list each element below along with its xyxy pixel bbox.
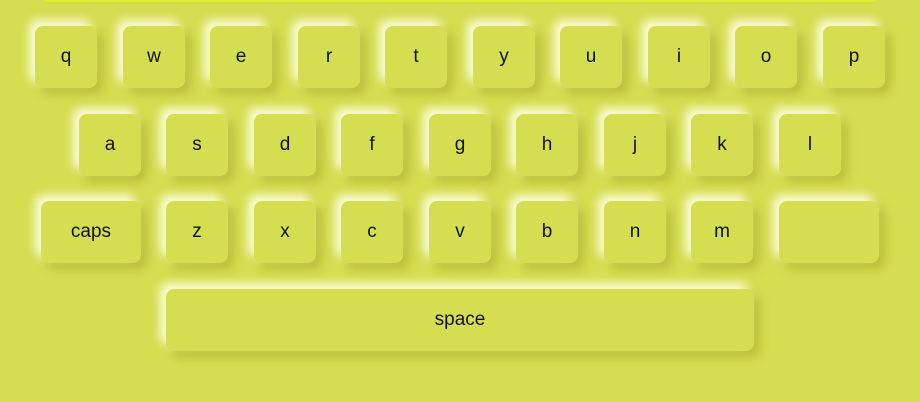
key-y[interactable]: y [473, 26, 535, 88]
key-a[interactable]: a [79, 114, 141, 176]
key-d[interactable]: d [254, 114, 316, 176]
key-p[interactable]: p [823, 26, 885, 88]
key-l[interactable]: l [779, 114, 841, 176]
key-e[interactable]: e [210, 26, 272, 88]
caps-key[interactable]: caps [41, 201, 141, 263]
key-v[interactable]: v [429, 201, 491, 263]
key-g[interactable]: g [429, 114, 491, 176]
key-i[interactable]: i [648, 26, 710, 88]
key-b[interactable]: b [516, 201, 578, 263]
key-r[interactable]: r [298, 26, 360, 88]
key-c[interactable]: c [341, 201, 403, 263]
key-t[interactable]: t [385, 26, 447, 88]
key-w[interactable]: w [123, 26, 185, 88]
key-s[interactable]: s [166, 114, 228, 176]
key-j[interactable]: j [604, 114, 666, 176]
key-n[interactable]: n [604, 201, 666, 263]
key-f[interactable]: f [341, 114, 403, 176]
key-h[interactable]: h [516, 114, 578, 176]
key-o[interactable]: o [735, 26, 797, 88]
key-q[interactable]: q [35, 26, 97, 88]
blank-key[interactable] [779, 201, 879, 263]
key-k[interactable]: k [691, 114, 753, 176]
key-u[interactable]: u [560, 26, 622, 88]
on-screen-keyboard: q w e r t y u i o p a s d f g h j k l ca… [0, 0, 920, 402]
key-x[interactable]: x [254, 201, 316, 263]
space-key[interactable]: space [166, 289, 754, 351]
key-z[interactable]: z [166, 201, 228, 263]
key-m[interactable]: m [691, 201, 753, 263]
